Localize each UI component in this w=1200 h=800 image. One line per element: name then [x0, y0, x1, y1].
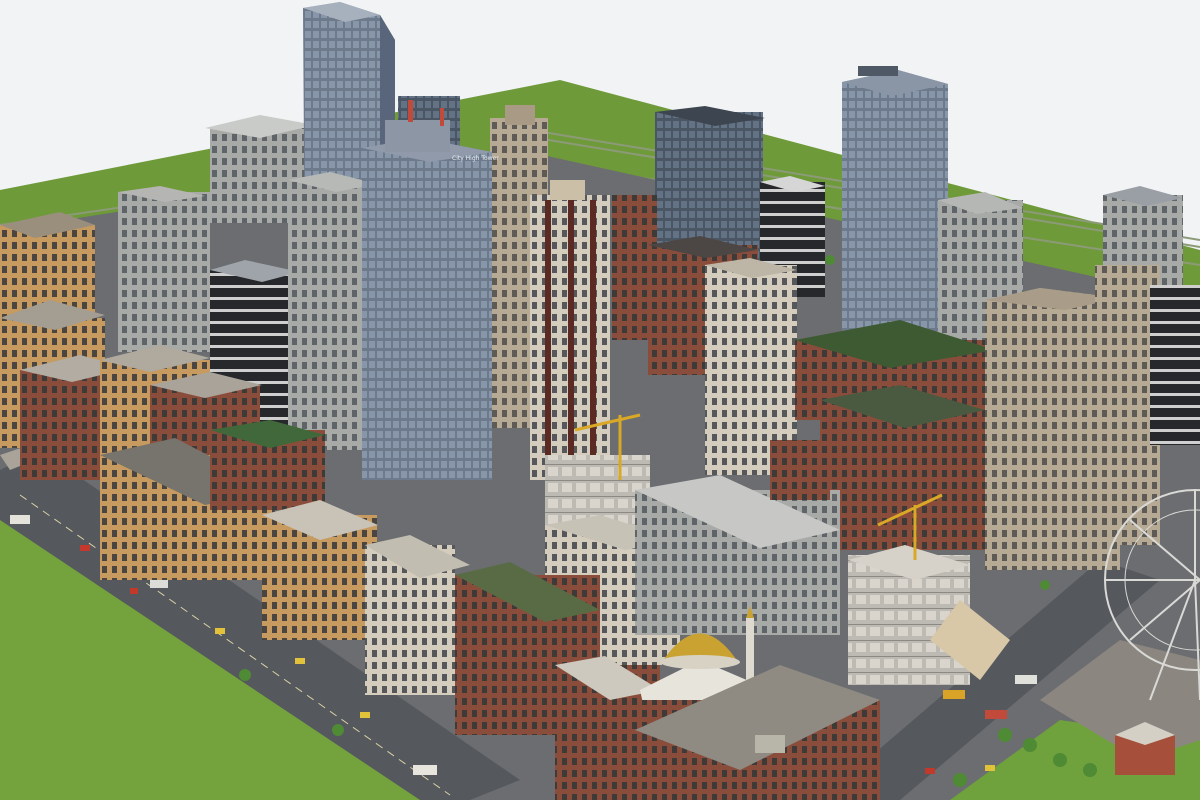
tall-glass-tower-right	[842, 66, 948, 360]
grey-tower-left	[118, 186, 210, 352]
tower-sign: City High Tower	[452, 155, 499, 162]
city-high-tower: City High Tower	[362, 100, 499, 480]
city-render: City High Tower	[0, 0, 1200, 800]
brick-block-mid-right	[770, 440, 830, 500]
striped-brick-tower	[530, 180, 610, 480]
